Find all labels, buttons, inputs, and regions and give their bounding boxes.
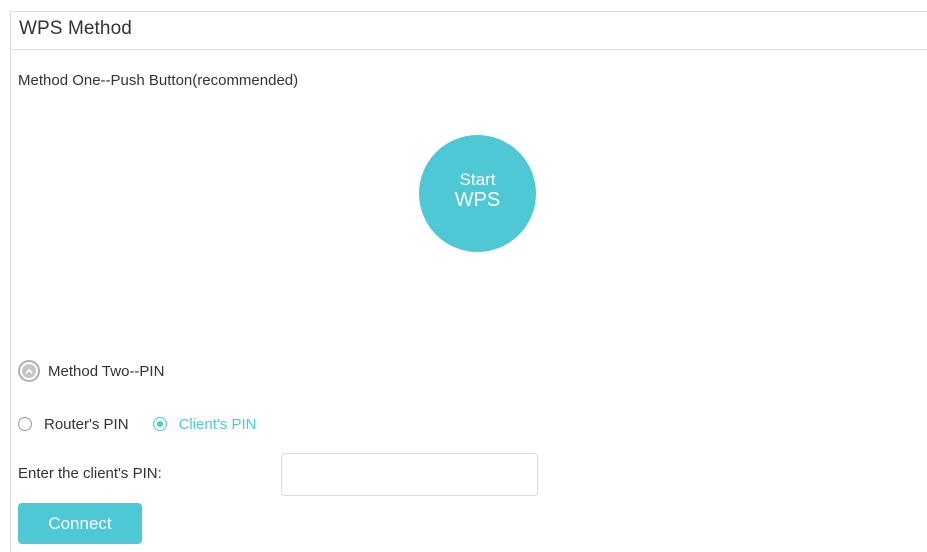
radio-routers-pin-label: Router's PIN	[44, 415, 129, 433]
panel-header: WPS Method	[11, 12, 927, 50]
client-pin-field-label: Enter the client's PIN:	[18, 465, 162, 482]
panel-title: WPS Method	[19, 18, 132, 39]
connect-button[interactable]: Connect	[18, 503, 142, 544]
start-wps-button[interactable]: Start WPS	[419, 135, 536, 252]
start-wps-label-line2: WPS	[454, 188, 501, 211]
client-pin-input[interactable]	[281, 453, 538, 496]
pin-type-radio-group: Router's PIN Client's PIN	[18, 414, 256, 434]
method-one-label: Method One--Push Button(recommended)	[18, 72, 299, 89]
method-two-label: Method Two--PIN	[48, 362, 165, 380]
radio-routers-pin-circle[interactable]	[18, 417, 32, 431]
radio-routers-pin[interactable]: Router's PIN	[18, 416, 129, 433]
chevron-up-icon[interactable]	[18, 360, 40, 382]
start-wps-label-line1: Start	[459, 169, 496, 189]
radio-clients-pin-label: Client's PIN	[178, 415, 257, 433]
radio-clients-pin[interactable]: Client's PIN	[152, 415, 257, 433]
method-two-toggle[interactable]: Method Two--PIN	[18, 358, 164, 384]
radio-clients-pin-circle[interactable]	[152, 417, 167, 431]
